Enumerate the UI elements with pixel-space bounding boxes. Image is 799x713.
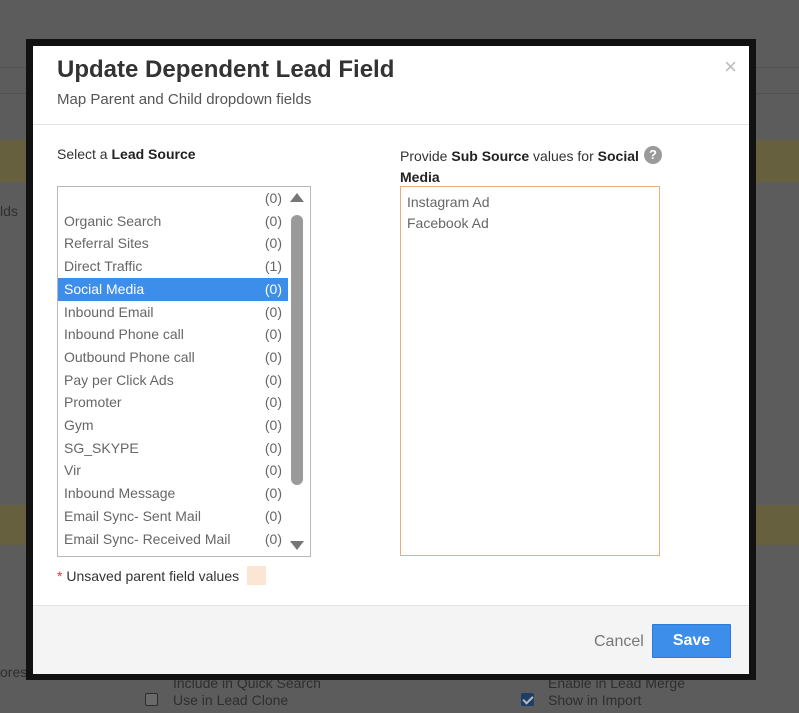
- option-count: (0): [264, 212, 282, 229]
- help-icon[interactable]: ?: [644, 146, 662, 164]
- lead-source-option[interactable]: Inbound Email (0): [58, 301, 288, 324]
- option-name: Organic Search: [64, 212, 162, 229]
- label-field-name: Lead Source: [111, 146, 196, 162]
- scroll-up-arrow-icon[interactable]: [290, 193, 304, 202]
- option-name: Email S...: [64, 553, 124, 556]
- modal-title: Update Dependent Lead Field: [57, 56, 395, 83]
- lead-source-label: Select a Lead Source: [57, 146, 196, 162]
- option-count: (0): [264, 348, 282, 365]
- lead-source-option[interactable]: SG_SKYPE (0): [58, 437, 288, 460]
- option-name: Gym: [64, 417, 94, 433]
- lead-source-option[interactable]: Outbound Phone call (0): [58, 346, 288, 369]
- option-name: Inbound Message: [64, 485, 176, 502]
- lead-source-option[interactable]: Vir (0): [58, 459, 288, 482]
- update-dependent-field-modal: Update Dependent Lead Field Map Parent a…: [33, 46, 749, 674]
- option-count: (0): [264, 485, 282, 502]
- cancel-button[interactable]: Cancel: [594, 633, 644, 651]
- lead-source-listbox[interactable]: (0) Organic Search (0) Referral Sites (0) Dir…: [57, 186, 311, 557]
- required-star: *: [57, 568, 63, 584]
- option-count: (0): [264, 326, 282, 343]
- option-count: (0): [265, 553, 282, 556]
- lead-source-option[interactable]: Pay per Click Ads (0): [58, 369, 288, 392]
- bg-import-label: Show in Import: [548, 692, 642, 708]
- option-count: (0): [264, 507, 282, 524]
- option-name: Vir: [64, 462, 81, 479]
- label-mid: values for: [529, 148, 598, 164]
- lead-source-option[interactable]: (0): [58, 187, 288, 210]
- scrollbar-thumb[interactable]: [291, 215, 303, 485]
- scroll-down-arrow-icon[interactable]: [290, 541, 304, 550]
- option-name: Email Sync- Sent Mail: [64, 507, 201, 524]
- option-count: (0): [264, 280, 282, 297]
- option-name: Promoter: [64, 394, 122, 411]
- option-count: (0): [264, 371, 282, 388]
- lead-source-option[interactable]: Gym (0): [58, 414, 288, 437]
- modal-header: Update Dependent Lead Field Map Parent a…: [33, 46, 749, 125]
- option-count: (0): [264, 462, 282, 479]
- sub-source-label: Provide Sub Source values for Social Med…: [400, 146, 645, 188]
- option-name: Referral Sites: [64, 235, 149, 252]
- lead-source-option[interactable]: Social Media (0): [58, 277, 288, 301]
- sub-source-line: Instagram Ad: [407, 194, 490, 210]
- unsaved-legend: * Unsaved parent field values: [57, 568, 239, 584]
- lead-source-option[interactable]: Inbound Message (0): [58, 482, 288, 505]
- bg-clone-label: Use in Lead Clone: [173, 692, 289, 708]
- lead-source-option[interactable]: Email S... (0): [58, 550, 288, 556]
- option-count: (0): [264, 235, 282, 252]
- option-name: SG_SKYPE: [64, 439, 139, 456]
- label-field-name: Sub Source: [451, 148, 530, 164]
- bg-fragment: lds: [0, 203, 18, 219]
- modal-footer: Cancel Save: [33, 605, 749, 674]
- option-count: (0): [264, 190, 282, 206]
- bg-clone-checkbox: [145, 693, 158, 706]
- bg-import-checkbox: [521, 693, 534, 706]
- option-name: Social Media: [64, 280, 145, 297]
- lead-source-option[interactable]: Email Sync- Received Mail (0): [58, 528, 288, 551]
- option-name: Email Sync- Received Mail: [64, 530, 231, 547]
- option-count: (0): [264, 530, 282, 547]
- close-icon[interactable]: ×: [724, 54, 737, 80]
- option-count: (1): [264, 258, 282, 275]
- modal-subtitle: Map Parent and Child dropdown fields: [57, 91, 312, 108]
- bg-fragment: ores: [0, 664, 28, 680]
- option-name: Inbound Email: [64, 303, 154, 320]
- lead-source-option[interactable]: Referral Sites (0): [58, 232, 288, 255]
- option-name: Inbound Phone call: [64, 326, 184, 343]
- legend-text: Unsaved parent field values: [66, 568, 240, 584]
- option-count: (0): [264, 303, 282, 320]
- lead-source-option[interactable]: Email Sync- Sent Mail (0): [58, 505, 288, 528]
- option-name: Pay per Click Ads: [64, 371, 174, 388]
- option-name: Direct Traffic: [64, 258, 143, 275]
- lead-source-option[interactable]: Promoter (0): [58, 391, 288, 414]
- sub-source-line: Facebook Ad: [407, 215, 489, 231]
- lead-source-option[interactable]: Inbound Phone call (0): [58, 323, 288, 346]
- label-prefix: Provide: [400, 148, 452, 164]
- option-count: (0): [264, 394, 282, 411]
- lead-source-option[interactable]: Direct Traffic (1): [58, 255, 288, 278]
- label-prefix: Select a: [57, 146, 112, 162]
- option-count: (0): [264, 417, 282, 433]
- save-button[interactable]: Save: [652, 624, 731, 658]
- option-name: Outbound Phone call: [64, 348, 195, 365]
- lead-source-option[interactable]: Organic Search (0): [58, 210, 288, 233]
- unsaved-color-swatch: [247, 566, 266, 585]
- option-count: (0): [264, 439, 282, 456]
- sub-source-values-textarea[interactable]: Instagram Ad Facebook Ad: [400, 186, 660, 556]
